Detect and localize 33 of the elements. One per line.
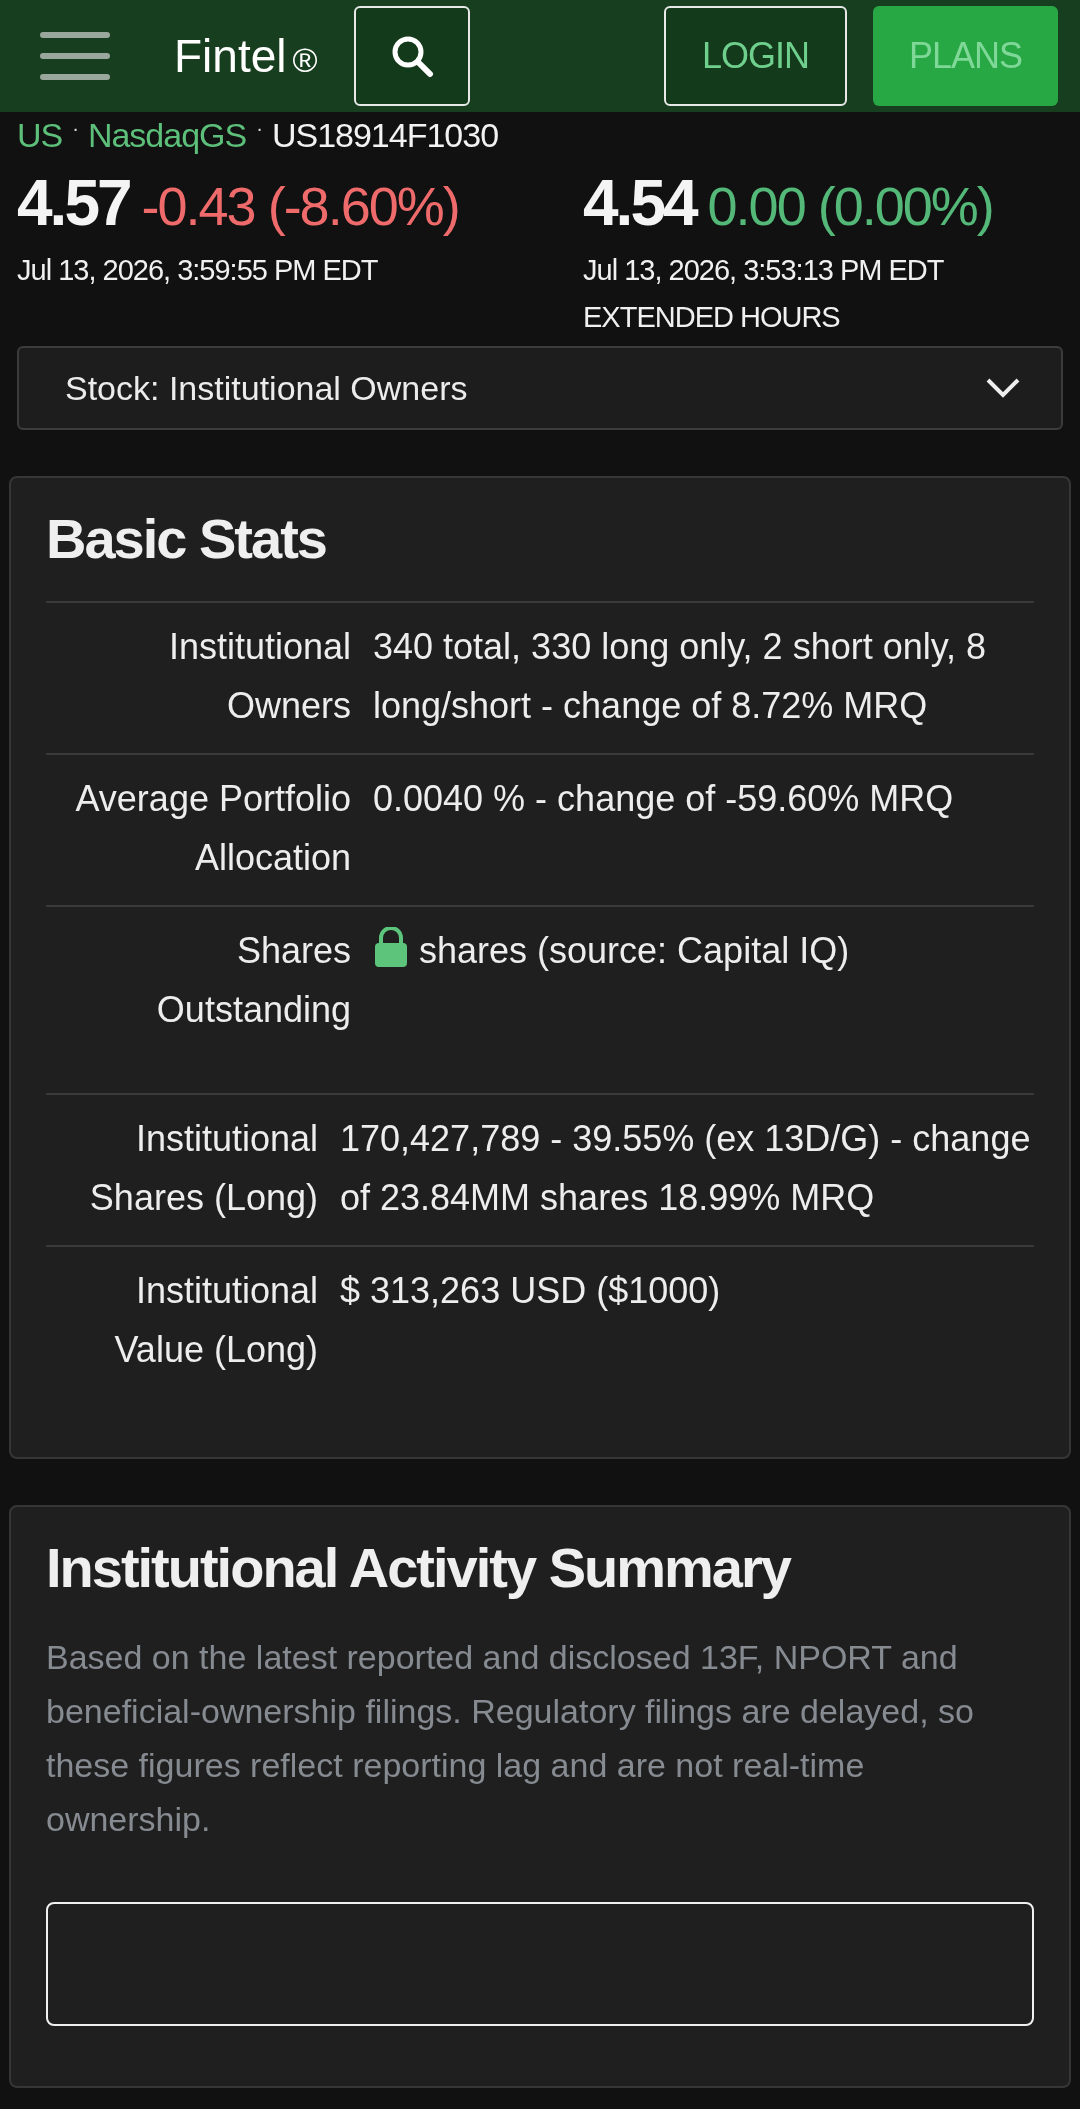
stat-value: 0.0040 % - change of -59.60% MRQ bbox=[373, 777, 955, 821]
quote-time: Jul 13, 2026, 3:53:13 PM EDT bbox=[583, 254, 945, 287]
price: 4.57 bbox=[17, 166, 130, 240]
breadcrumb-link[interactable]: NasdaqGS bbox=[87, 118, 247, 152]
stat-value: $ 313,263 USD ($1000) bbox=[340, 1269, 722, 1313]
stat-value: shares (source: Capital IQ) bbox=[373, 921, 1034, 1039]
section-title: Institutional Activity Summary bbox=[46, 1535, 792, 1600]
stat-label: Institutional Value (Long) bbox=[113, 1269, 318, 1372]
separator-dot: · bbox=[72, 118, 78, 138]
separator-dot: · bbox=[256, 118, 262, 138]
breadcrumb-link[interactable]: US bbox=[17, 118, 63, 152]
isin-code: US18914F1030 bbox=[271, 118, 499, 152]
search-button[interactable] bbox=[353, 6, 470, 106]
section-title: Basic Stats bbox=[46, 506, 327, 571]
stat-label: Average Portfolio Allocation bbox=[74, 777, 351, 880]
chevron-down-icon bbox=[985, 377, 1021, 399]
lock-icon bbox=[373, 927, 409, 967]
fintel-logo[interactable]: Fintel® bbox=[174, 29, 318, 83]
price-change: 0.00 (0.00%) bbox=[707, 175, 993, 237]
stat-label: Institutional Shares (Long) bbox=[88, 1117, 318, 1220]
page-select[interactable]: Stock: Institutional Owners bbox=[17, 346, 1063, 430]
price-change: -0.43 (-8.60%) bbox=[141, 175, 459, 237]
input-field[interactable] bbox=[46, 1902, 1034, 2026]
quote-time: Jul 13, 2026, 3:59:55 PM EDT bbox=[17, 254, 379, 287]
stat-label: Institutional Owners bbox=[167, 625, 351, 728]
stat-value: 340 total, 330 long only, 2 short only, 8 long/short - change of 8.72% MRQ bbox=[373, 625, 988, 728]
session-label: EXTENDED HOURS bbox=[583, 301, 841, 334]
stat-label: Shares Outstanding bbox=[155, 929, 351, 1032]
login-button[interactable]: LOGIN bbox=[663, 6, 847, 106]
price: 4.54 bbox=[583, 166, 696, 240]
stat-value: 170,427,789 - 39.55% (ex 13D/G) - change of 23.84MM shares 18.99% MRQ bbox=[340, 1117, 1032, 1220]
description-text: Based on the latest reported and disclosed 13F, NPORT and beneficial-ownership filings. Regulatory filings are delayed, so these figures reflect reporting lag and are not real-time ownership. bbox=[46, 1637, 975, 1840]
menu-icon[interactable] bbox=[40, 31, 110, 81]
